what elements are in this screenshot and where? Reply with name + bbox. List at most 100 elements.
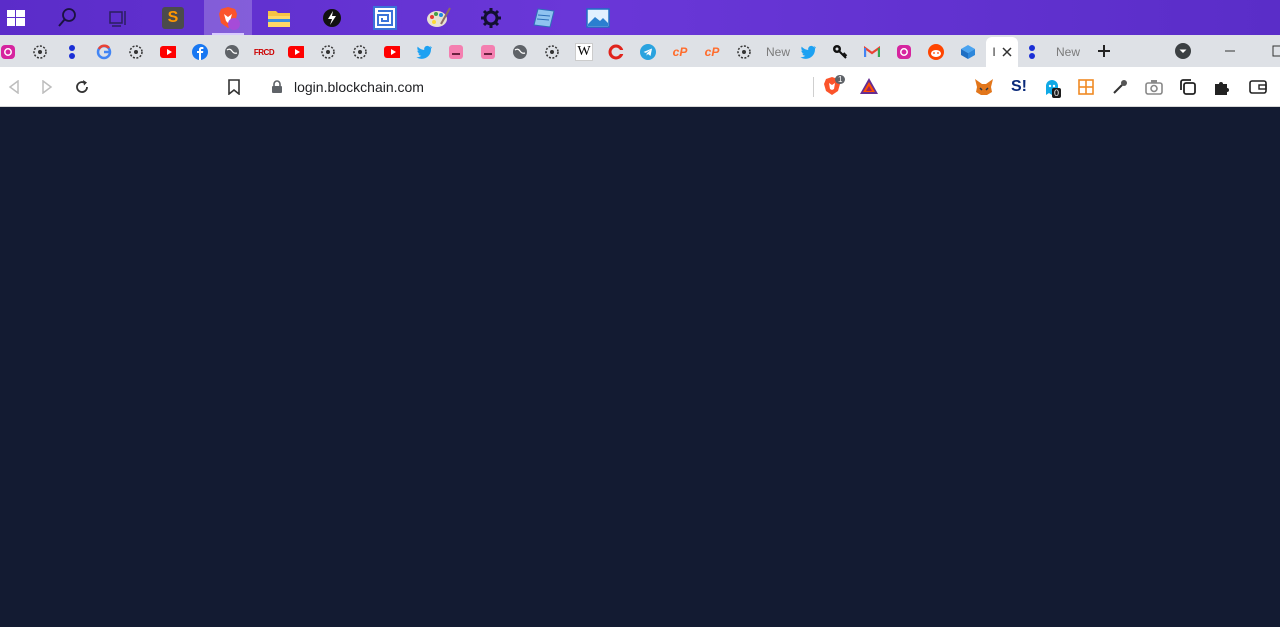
ghostery-extension[interactable]: 0	[1039, 74, 1065, 100]
tab-cube[interactable]	[952, 37, 984, 67]
tab-cog-web-4[interactable]	[344, 37, 376, 67]
tab-pink-2[interactable]	[472, 37, 504, 67]
tab-cog-web-6[interactable]	[728, 37, 760, 67]
notepad-icon	[533, 7, 555, 28]
maximize-button[interactable]	[1262, 35, 1280, 67]
reload-icon	[76, 80, 88, 93]
file-explorer-button[interactable]	[255, 0, 303, 35]
tab-gmail[interactable]	[856, 37, 888, 67]
globe-icon	[512, 44, 528, 60]
gmail-icon	[864, 44, 880, 60]
tab-new-2[interactable]: New	[1052, 37, 1084, 67]
tab-frcd[interactable]: FRCD	[248, 37, 280, 67]
photos-icon	[586, 7, 610, 28]
grid-layout-icon	[1078, 79, 1094, 95]
black-app-button[interactable]	[308, 0, 356, 35]
tab-dots-2[interactable]	[1016, 37, 1048, 67]
tab-reddit[interactable]	[920, 37, 952, 67]
cpanel-icon: cP	[672, 45, 688, 59]
tab-cog-web-5[interactable]	[536, 37, 568, 67]
reload-button[interactable]	[69, 74, 95, 100]
tab-google[interactable]	[88, 37, 120, 67]
eyedropper-icon	[1113, 80, 1128, 96]
plus-icon	[1098, 45, 1110, 57]
brave-rewards-button[interactable]	[859, 77, 879, 97]
s-extension[interactable]: S!	[1006, 74, 1032, 100]
lightning-app-icon	[323, 8, 341, 27]
wallet-icon	[1249, 80, 1267, 94]
tab-cog-web-3[interactable]	[312, 37, 344, 67]
notepad-button[interactable]	[520, 0, 568, 35]
tab-youtube-3[interactable]	[376, 37, 408, 67]
copy-extension[interactable]	[1175, 74, 1201, 100]
cog-web-icon	[320, 44, 336, 60]
search-taskbar-button[interactable]	[43, 0, 91, 35]
tab-active[interactable]: I	[986, 37, 1018, 67]
pink-face-icon	[448, 44, 464, 60]
tab-key[interactable]	[824, 37, 856, 67]
cog-web-icon	[128, 44, 144, 60]
screenshot-extension[interactable]	[1141, 74, 1167, 100]
maze-icon	[373, 5, 397, 30]
tab-youtube-2[interactable]	[280, 37, 312, 67]
back-button[interactable]	[1, 74, 27, 100]
sublime-text-button[interactable]: S	[149, 0, 197, 35]
brave-shields-button[interactable]: 1	[823, 75, 847, 98]
new-tab-button[interactable]	[1088, 35, 1120, 67]
extensions-button[interactable]	[1209, 74, 1235, 100]
lock-icon[interactable]	[271, 80, 283, 94]
tab-wikipedia[interactable]: W	[568, 37, 600, 67]
tab-facebook[interactable]	[184, 37, 216, 67]
tab-cog-web-1[interactable]	[24, 37, 56, 67]
task-view-icon	[109, 10, 126, 27]
settings-button[interactable]	[467, 0, 515, 35]
tab-cpanel-2[interactable]: cP	[696, 37, 728, 67]
cog-web-icon	[32, 44, 48, 60]
eyedropper-extension[interactable]	[1107, 74, 1133, 100]
active-tab-title: I	[992, 45, 996, 59]
tab-dots-1[interactable]	[56, 37, 88, 67]
minimize-button[interactable]	[1214, 35, 1246, 67]
windows-logo-icon	[7, 9, 25, 26]
bookmark-button[interactable]	[221, 74, 247, 100]
wallet-button[interactable]	[1245, 74, 1271, 100]
tab-new-1[interactable]: New	[762, 37, 794, 67]
search-icon	[58, 7, 76, 27]
browser-toolbar: login.blockchain.com 1 S! 0	[0, 67, 1280, 107]
address-bar[interactable]: login.blockchain.com 1	[258, 73, 890, 101]
tab-youtube-1[interactable]	[152, 37, 184, 67]
tab-cog-web-2[interactable]	[120, 37, 152, 67]
metamask-extension[interactable]	[971, 74, 997, 100]
tab-twitter-2[interactable]	[792, 37, 824, 67]
ghostery-count-badge: 0	[1052, 88, 1062, 98]
youtube-icon	[384, 44, 400, 60]
close-tab-icon[interactable]	[1002, 47, 1012, 57]
tab-globe-2[interactable]	[504, 37, 536, 67]
photos-button[interactable]	[574, 0, 622, 35]
tab-pink-1[interactable]	[440, 37, 472, 67]
tab-search-button[interactable]	[1167, 35, 1199, 67]
tab-instagram-2[interactable]	[888, 37, 920, 67]
globe-icon	[224, 44, 240, 60]
tab-globe-1[interactable]	[216, 37, 248, 67]
tab-twitter-1[interactable]	[408, 37, 440, 67]
brave-icon	[219, 6, 240, 30]
tab-telegram[interactable]	[632, 37, 664, 67]
forward-button[interactable]	[34, 74, 60, 100]
twitter-icon	[800, 44, 816, 60]
tab-cpanel-1[interactable]: cP	[664, 37, 696, 67]
windows-start-button[interactable]	[0, 0, 40, 35]
paint-button[interactable]	[414, 0, 462, 35]
omnibox-divider	[813, 77, 814, 97]
layout-extension[interactable]	[1073, 74, 1099, 100]
key-icon	[832, 44, 848, 60]
tab-instagram[interactable]	[0, 37, 24, 67]
task-view-button[interactable]	[94, 0, 142, 35]
s-extension-icon: S!	[1011, 78, 1027, 95]
url-text[interactable]: login.blockchain.com	[294, 79, 424, 95]
instagram-icon	[0, 44, 16, 60]
bookmark-icon	[228, 79, 240, 95]
maze-app-button[interactable]	[361, 0, 409, 35]
brave-browser-button[interactable]	[204, 0, 252, 35]
tab-opera[interactable]	[600, 37, 632, 67]
